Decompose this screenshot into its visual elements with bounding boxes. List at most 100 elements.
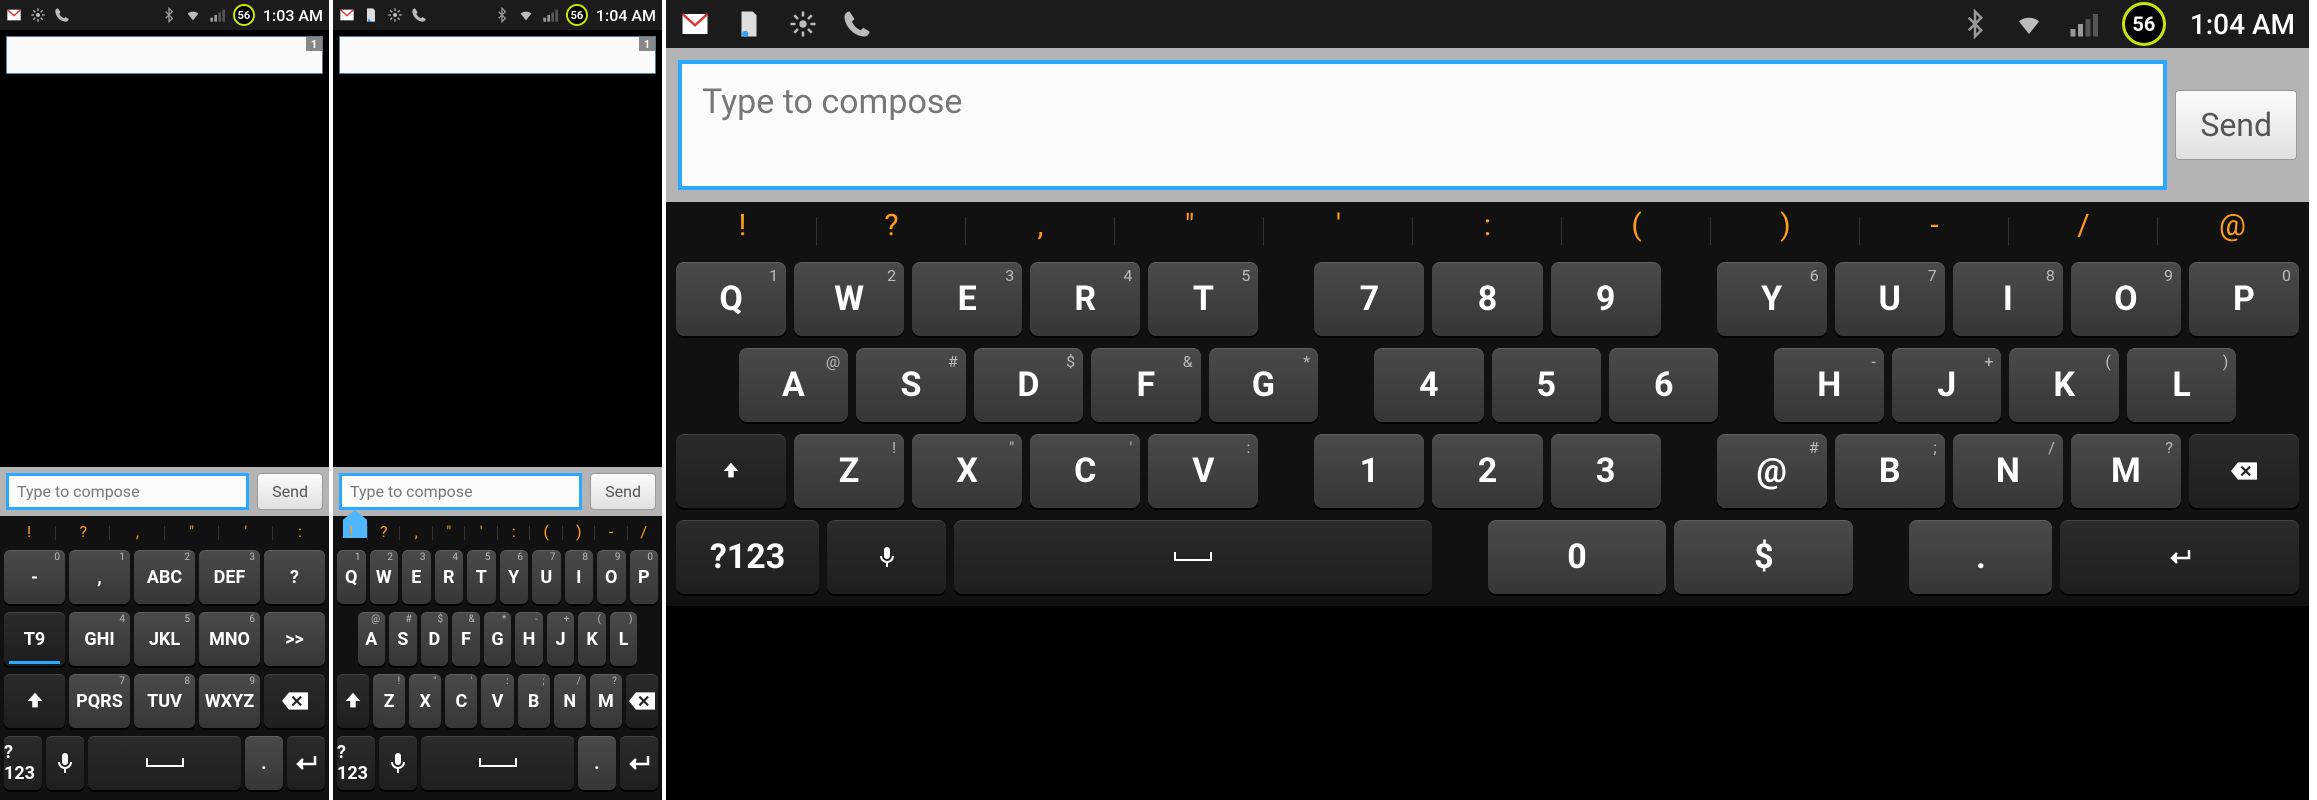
key-a[interactable]: A@	[358, 612, 386, 666]
key-symbols[interactable]: ?123	[676, 520, 819, 594]
key-3[interactable]: 3	[1551, 434, 1661, 508]
key-shift[interactable]	[676, 434, 786, 508]
key-g[interactable]: G*	[1209, 348, 1318, 422]
key-symbols[interactable]: ?123	[337, 736, 375, 790]
key-o[interactable]: O9	[597, 550, 626, 604]
key-shift[interactable]	[337, 674, 369, 728]
key-@[interactable]: @#	[1717, 434, 1827, 508]
key-g[interactable]: G*	[484, 612, 512, 666]
key-mic[interactable]	[827, 520, 946, 594]
key-.[interactable]: .	[245, 736, 283, 790]
key-e[interactable]: E3	[402, 550, 431, 604]
key-s[interactable]: S#	[856, 348, 965, 422]
key-,[interactable]: ,1	[69, 550, 130, 604]
hint-char[interactable]: :	[1415, 208, 1560, 254]
hint-char[interactable]: )	[1713, 208, 1858, 254]
hint-char[interactable]: ,	[112, 522, 162, 544]
hint-char[interactable]: :	[275, 522, 325, 544]
key-f[interactable]: F&	[1091, 348, 1200, 422]
key-l[interactable]: L)	[2127, 348, 2236, 422]
key-s[interactable]: S#	[389, 612, 417, 666]
key-d[interactable]: D$	[974, 348, 1083, 422]
key-y[interactable]: Y6	[1717, 262, 1827, 336]
key-u[interactable]: U7	[1835, 262, 1945, 336]
send-button[interactable]: Send	[257, 473, 323, 510]
key-mno[interactable]: MNO6	[199, 612, 260, 666]
key-w[interactable]: W2	[370, 550, 399, 604]
key-space[interactable]	[421, 736, 574, 790]
key-?[interactable]: ?	[264, 550, 325, 604]
send-button[interactable]: Send	[590, 473, 656, 510]
key-9[interactable]: 9	[1551, 262, 1661, 336]
key-p[interactable]: P0	[2189, 262, 2299, 336]
key-$[interactable]: $	[1674, 520, 1853, 594]
key-y[interactable]: Y6	[500, 550, 529, 604]
key--[interactable]: -0	[4, 550, 65, 604]
key-ghi[interactable]: GHI4	[69, 612, 130, 666]
compose-input[interactable]: Type to compose	[678, 60, 2167, 190]
hint-char[interactable]: ?	[819, 208, 964, 254]
hint-char[interactable]: '	[1266, 208, 1411, 254]
key-mic[interactable]	[379, 736, 417, 790]
hint-char[interactable]: ,	[402, 522, 431, 544]
hint-char[interactable]: -	[597, 522, 626, 544]
key-m[interactable]: M?	[590, 674, 622, 728]
key-t[interactable]: T5	[1148, 262, 1258, 336]
hint-char[interactable]: "	[435, 522, 464, 544]
key-d[interactable]: D$	[421, 612, 449, 666]
key-z[interactable]: Z!	[373, 674, 405, 728]
key-z[interactable]: Z!	[794, 434, 904, 508]
key-.[interactable]: .	[1909, 520, 2052, 594]
key-symbols[interactable]: ?123	[4, 736, 42, 790]
hint-char[interactable]: (	[1564, 208, 1709, 254]
key-c[interactable]: C'	[445, 674, 477, 728]
key-q[interactable]: Q1	[337, 550, 366, 604]
key-m[interactable]: M?	[2071, 434, 2181, 508]
hint-char[interactable]: :	[500, 522, 529, 544]
send-button[interactable]: Send	[2175, 90, 2297, 160]
hint-char[interactable]: -	[1862, 208, 2007, 254]
key-wxyz[interactable]: WXYZ9	[199, 674, 260, 728]
key-5[interactable]: 5	[1492, 348, 1601, 422]
key-4[interactable]: 4	[1374, 348, 1483, 422]
key-0[interactable]: 0	[1488, 520, 1667, 594]
key-7[interactable]: 7	[1314, 262, 1424, 336]
key-p[interactable]: P0	[630, 550, 659, 604]
key-h[interactable]: H-	[1774, 348, 1883, 422]
key-back[interactable]	[626, 674, 658, 728]
key-enter[interactable]	[2060, 520, 2299, 594]
key-x[interactable]: X"	[409, 674, 441, 728]
key-2[interactable]: 2	[1432, 434, 1542, 508]
key-t[interactable]: T5	[467, 550, 496, 604]
key-back[interactable]	[264, 674, 325, 728]
key-r[interactable]: R4	[1030, 262, 1140, 336]
key-a[interactable]: A@	[739, 348, 848, 422]
key-space[interactable]	[954, 520, 1431, 594]
recipient-field[interactable]: 1	[6, 36, 323, 74]
key-v[interactable]: V:	[481, 674, 513, 728]
hint-char[interactable]: /	[2011, 208, 2156, 254]
key-space[interactable]	[88, 736, 241, 790]
key-enter[interactable]	[287, 736, 325, 790]
key-j[interactable]: J+	[547, 612, 575, 666]
hint-char[interactable]: '	[221, 522, 271, 544]
key-8[interactable]: 8	[1432, 262, 1542, 336]
key-n[interactable]: N/	[554, 674, 586, 728]
key-r[interactable]: R4	[435, 550, 464, 604]
key-n[interactable]: N/	[1953, 434, 2063, 508]
key-b[interactable]: B;	[518, 674, 550, 728]
key-v[interactable]: V:	[1148, 434, 1258, 508]
key-k[interactable]: K(	[2009, 348, 2118, 422]
key-mic[interactable]	[46, 736, 84, 790]
hint-char[interactable]: "	[167, 522, 217, 544]
key-h[interactable]: H-	[515, 612, 543, 666]
key-jkl[interactable]: JKL5	[134, 612, 195, 666]
key-1[interactable]: 1	[1314, 434, 1424, 508]
hint-char[interactable]: ?	[370, 522, 399, 544]
hint-char[interactable]: /	[630, 522, 659, 544]
key-enter[interactable]	[620, 736, 658, 790]
key-j[interactable]: J+	[1892, 348, 2001, 422]
key-c[interactable]: C'	[1030, 434, 1140, 508]
hint-char[interactable]: @	[2160, 208, 2305, 254]
recipient-field[interactable]: 1	[339, 36, 656, 74]
